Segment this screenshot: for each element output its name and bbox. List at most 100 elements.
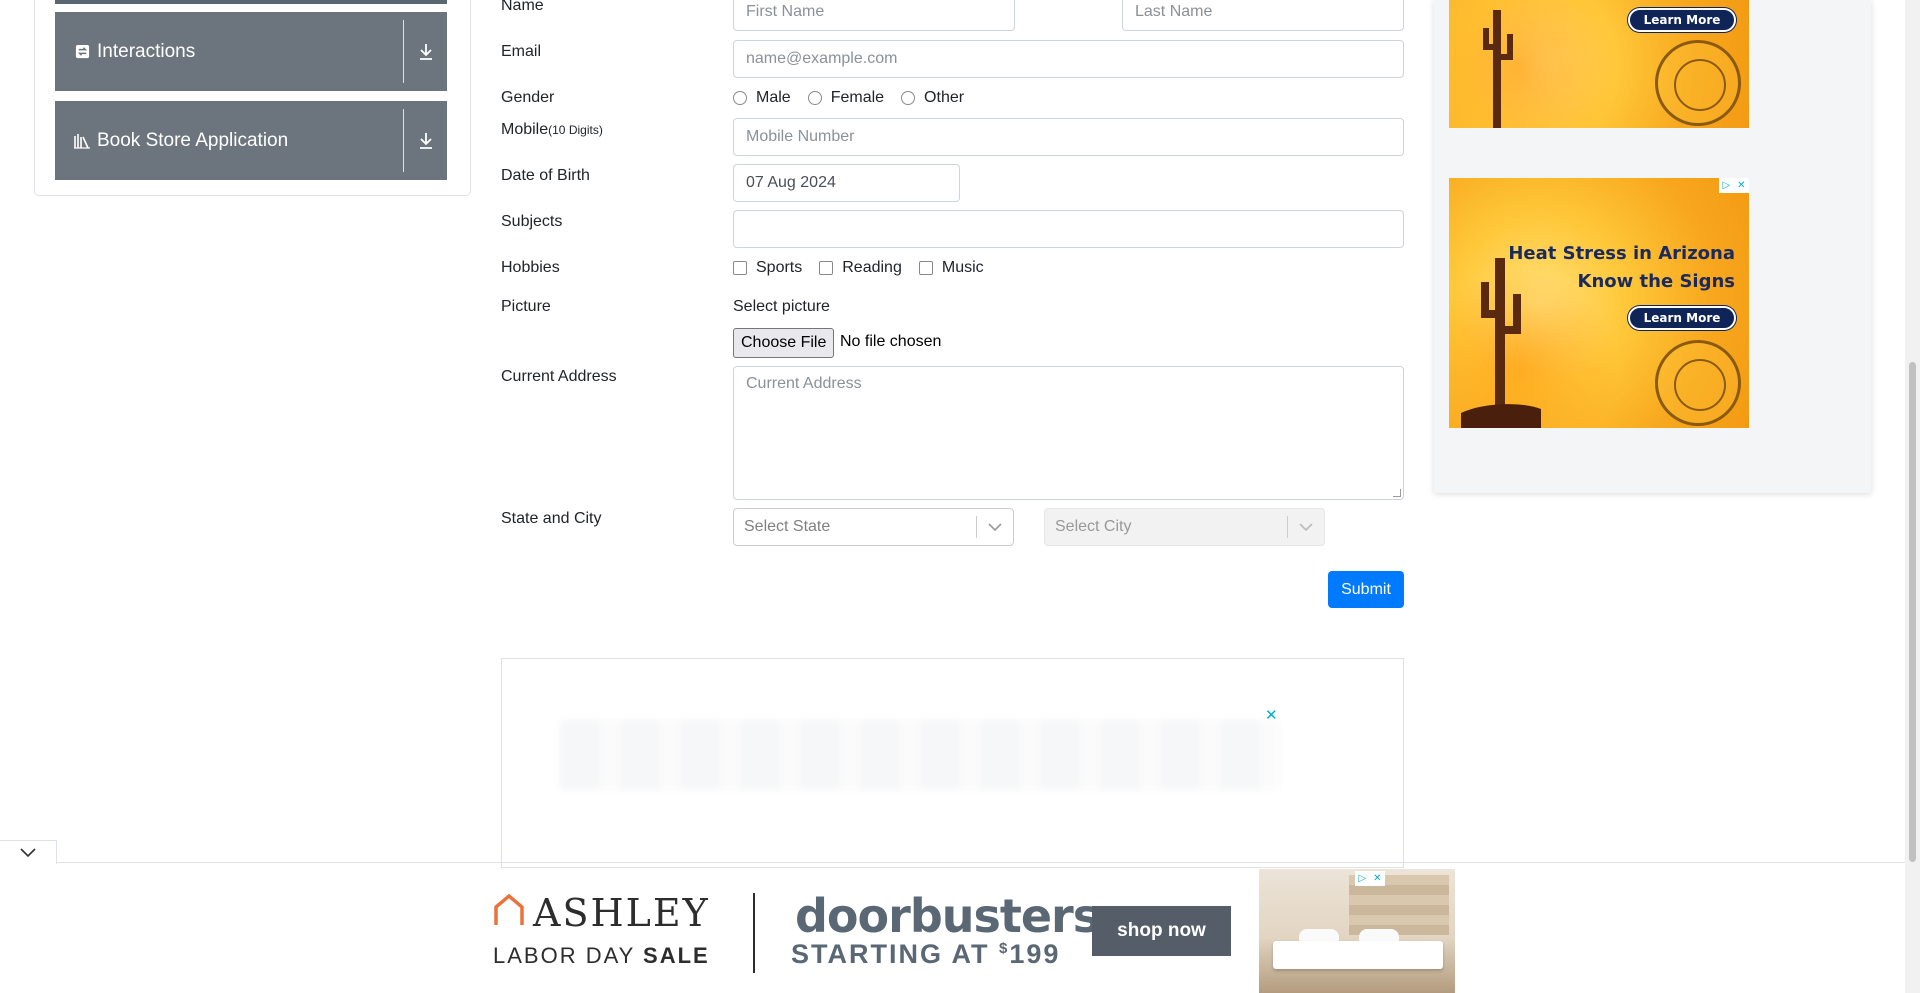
email-input[interactable]: name@example.com xyxy=(733,40,1404,78)
shop-now-button[interactable]: shop now xyxy=(1092,906,1231,956)
cactus-icon xyxy=(1483,10,1513,128)
name-label: Name xyxy=(501,0,544,14)
starting-text: STARTING AT xyxy=(791,939,990,969)
picture-caption: Select picture xyxy=(733,298,830,315)
download-icon[interactable] xyxy=(404,43,447,61)
price-value: 199 xyxy=(1009,939,1061,969)
first-name-input[interactable]: First Name xyxy=(733,0,1015,31)
sale-word: SALE xyxy=(643,943,710,968)
picture-label: Picture xyxy=(501,298,551,315)
divider xyxy=(0,862,1905,863)
ad-headline-line: Know the Signs xyxy=(1577,271,1735,292)
bed-image xyxy=(1259,869,1455,993)
close-icon[interactable]: ✕ xyxy=(1265,706,1278,724)
scrollbar-thumb[interactable] xyxy=(1909,362,1916,862)
ad-info-icon[interactable]: ▷ xyxy=(1722,180,1730,191)
bottom-banner-ad[interactable]: ASHLEY LABOR DAY SALE doorbusters STARTI… xyxy=(449,869,1455,993)
currency-symbol: $ xyxy=(999,940,1010,957)
learn-more-button[interactable]: Learn More xyxy=(1628,8,1736,32)
house-logo-icon xyxy=(494,893,524,925)
page: Interactions Book Store Application Name… xyxy=(0,0,1920,993)
checkbox[interactable] xyxy=(918,261,933,275)
checkbox[interactable] xyxy=(733,261,747,275)
radio-circle[interactable] xyxy=(901,91,916,105)
doorbusters-headline: doorbusters xyxy=(795,889,1100,943)
select-placeholder: Select State xyxy=(744,518,831,535)
current-address-label: Current Address xyxy=(501,368,617,385)
collapse-ad-toggle[interactable] xyxy=(0,840,57,864)
state-select[interactable]: Select State xyxy=(733,508,1014,546)
subjects-input[interactable] xyxy=(733,210,1404,248)
gender-label: Gender xyxy=(501,89,555,106)
state-city-label: State and City xyxy=(501,510,602,527)
book-store-icon xyxy=(73,132,91,150)
learn-more-button[interactable]: Learn More xyxy=(1628,306,1736,330)
arizona-ad[interactable]: ▷ ✕ Heat Stress in Arizona Know the Signs… xyxy=(1449,178,1749,428)
chevron-down-icon[interactable] xyxy=(1288,522,1324,532)
hobby-checkbox-music[interactable]: Music xyxy=(918,259,984,277)
checkbox-label[interactable]: Music xyxy=(942,259,984,277)
sidebar-item-book-store[interactable]: Book Store Application xyxy=(55,101,447,180)
hobby-options: Sports Reading Music xyxy=(733,259,1001,277)
checkbox-label[interactable]: Sports xyxy=(756,259,802,277)
radio-circle[interactable] xyxy=(733,91,747,105)
mobile-hint: (10 Digits) xyxy=(548,123,603,137)
download-icon[interactable] xyxy=(404,132,447,150)
sale-text: LABOR DAY xyxy=(493,943,635,968)
divider xyxy=(403,20,404,83)
city-select[interactable]: Select City xyxy=(1044,508,1325,546)
textarea-placeholder: Current Address xyxy=(746,375,862,392)
hobby-checkbox-sports[interactable]: Sports xyxy=(733,259,802,277)
hobby-checkbox-reading[interactable]: Reading xyxy=(819,259,902,277)
chevron-down-icon[interactable] xyxy=(977,522,1013,532)
ad-close-icon[interactable]: ✕ xyxy=(1373,873,1381,884)
mattress xyxy=(1273,941,1443,969)
current-address-textarea[interactable]: Current Address xyxy=(733,366,1404,500)
subjects-label: Subjects xyxy=(501,213,563,230)
gender-radio-male[interactable]: Male xyxy=(733,89,791,107)
accordion-item-edge[interactable] xyxy=(55,0,447,4)
arizona-ad-top[interactable]: Learn More xyxy=(1449,0,1749,128)
select-placeholder: Select City xyxy=(1055,518,1132,535)
ad-info-icon[interactable]: ▷ xyxy=(1358,873,1366,884)
email-label: Email xyxy=(501,43,542,60)
mobile-label: Mobile(10 Digits) xyxy=(501,121,603,139)
seal-logo xyxy=(1655,40,1741,126)
sidebar-item-interactions[interactable]: Interactions xyxy=(55,12,447,91)
last-name-input[interactable]: Last Name xyxy=(1122,0,1404,31)
starting-price: STARTING AT $199 xyxy=(791,939,1060,970)
submit-button[interactable]: Submit xyxy=(1328,571,1404,608)
file-status: No file chosen xyxy=(840,333,942,350)
gender-radio-female[interactable]: Female xyxy=(807,89,884,107)
seal-logo xyxy=(1655,340,1741,426)
radio-circle[interactable] xyxy=(807,91,822,105)
resize-handle[interactable] xyxy=(1393,489,1401,497)
chevron-down-icon[interactable] xyxy=(20,848,36,857)
mobile-label-text: Mobile xyxy=(501,121,549,138)
ad-headline-line: Heat Stress in Arizona xyxy=(1508,243,1735,264)
ad-headline: Heat Stress in Arizona Know the Signs xyxy=(1508,240,1735,296)
ad-close-icon[interactable]: ✕ xyxy=(1737,180,1745,191)
checkbox-label[interactable]: Reading xyxy=(842,259,902,277)
labor-day-text: LABOR DAY SALE xyxy=(493,943,710,969)
divider xyxy=(403,109,404,172)
radio-label[interactable]: Female xyxy=(831,89,884,107)
radio-label[interactable]: Other xyxy=(924,89,964,107)
inline-ad-content[interactable] xyxy=(560,720,1280,790)
divider xyxy=(753,893,755,973)
checkbox[interactable] xyxy=(819,261,834,275)
sidebar-item-label: Interactions xyxy=(97,40,196,62)
interactions-icon xyxy=(73,43,91,61)
choose-file-button[interactable]: Choose File xyxy=(733,328,835,358)
adchoices-icon[interactable]: ▷ ✕ xyxy=(1719,178,1749,193)
hobbies-label: Hobbies xyxy=(501,259,560,276)
gender-radio-other[interactable]: Other xyxy=(901,89,964,107)
mobile-input[interactable]: Mobile Number xyxy=(733,118,1404,156)
adchoices-icon[interactable]: ▷ ✕ xyxy=(1355,871,1385,886)
sidebar-item-label: Book Store Application xyxy=(97,129,289,151)
date-of-birth-input[interactable]: 07 Aug 2024 xyxy=(733,164,960,202)
radio-label[interactable]: Male xyxy=(756,89,791,107)
dob-label: Date of Birth xyxy=(501,167,590,184)
ashley-logo: ASHLEY xyxy=(533,891,710,935)
gender-options: Male Female Other xyxy=(733,89,981,107)
